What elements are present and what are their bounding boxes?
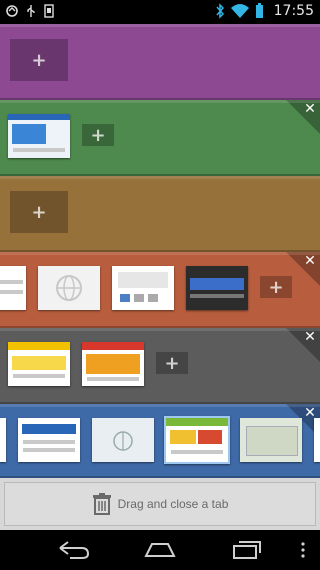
plus-icon: + [31, 49, 47, 71]
tab-thumbnail[interactable] [0, 266, 26, 310]
tab-thumbnail[interactable] [92, 418, 154, 462]
navigation-bar [0, 530, 320, 570]
tab-group-panel[interactable]: ✕ [0, 404, 320, 478]
globe-icon [113, 431, 133, 451]
tab-thumbnail[interactable] [112, 266, 174, 310]
app-notification-icon [6, 5, 18, 17]
drag-close-label: Drag and close a tab [117, 497, 229, 511]
new-tab-button[interactable]: + [156, 352, 188, 374]
drag-close-tab-area[interactable]: Drag and close a tab [4, 482, 316, 526]
tab-thumbnail[interactable] [314, 418, 320, 462]
recent-apps-icon[interactable] [230, 540, 264, 560]
tab-thumbnail[interactable] [8, 342, 70, 386]
tab-group-panel[interactable]: ✕ + [0, 100, 320, 176]
status-bar: 17:55 [0, 0, 320, 24]
tab-group-panel[interactable]: + [0, 176, 320, 252]
tab-group-panel[interactable]: ✕ + [0, 252, 320, 328]
tab-thumbnail[interactable] [18, 418, 80, 462]
tab-thumbnail[interactable] [0, 418, 6, 462]
tab-group-panel[interactable]: ✕ + [0, 328, 320, 404]
plus-icon: + [31, 201, 47, 223]
trash-icon [92, 493, 112, 515]
new-tab-button[interactable]: + [10, 39, 68, 81]
new-tab-button[interactable]: + [260, 276, 292, 298]
bottom-action-bar: Drag and close a tab [0, 478, 320, 530]
sd-card-icon [44, 4, 54, 18]
tab-group-panel[interactable]: + [0, 24, 320, 100]
close-icon[interactable]: ✕ [303, 254, 317, 268]
close-icon[interactable]: ✕ [303, 330, 317, 344]
usb-icon [27, 5, 35, 17]
close-icon[interactable]: ✕ [303, 102, 317, 116]
back-icon[interactable] [56, 540, 90, 560]
bluetooth-icon [216, 3, 224, 19]
new-tab-button[interactable]: + [82, 124, 114, 146]
tab-thumbnail[interactable] [82, 342, 144, 386]
globe-icon [56, 275, 82, 301]
plus-icon: + [268, 276, 284, 298]
tab-thumbnail[interactable] [186, 266, 248, 310]
tab-thumbnail[interactable] [8, 114, 70, 158]
battery-icon [255, 3, 263, 18]
home-icon[interactable] [143, 540, 177, 560]
tab-thumbnail[interactable] [164, 416, 230, 464]
menu-icon[interactable] [300, 542, 306, 558]
plus-icon: + [164, 352, 180, 374]
status-time: 17:55 [273, 3, 314, 19]
tab-thumbnail[interactable] [240, 418, 302, 462]
tab-thumbnail[interactable] [38, 266, 100, 310]
wifi-icon [230, 4, 249, 18]
new-tab-button[interactable]: + [10, 191, 68, 233]
plus-icon: + [90, 124, 106, 146]
